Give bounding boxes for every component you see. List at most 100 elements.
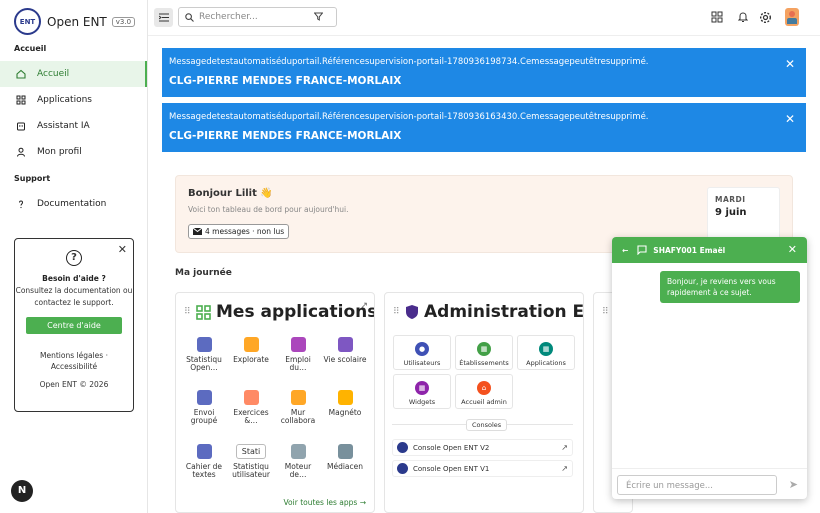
admin-button-label: Widgets (408, 398, 436, 406)
external-link-icon: ↗ (561, 464, 568, 473)
mail-icon (193, 228, 202, 235)
app-icon (290, 444, 306, 459)
brand[interactable]: ENT Open ENT v3.0 (14, 8, 136, 35)
legal-link[interactable]: Mentions légales · (15, 351, 133, 360)
chat-message: Bonjour, je reviens vers vous rapidement… (660, 271, 800, 303)
topbar: Rechercher... (148, 0, 820, 36)
admin-button-label: Accueil admin (461, 398, 507, 406)
bell-icon[interactable] (738, 11, 748, 23)
see-all-apps-link[interactable]: Voir toutes les apps → (284, 498, 367, 507)
admin-card-title: Administration ENT (405, 302, 584, 322)
home-icon: ⌂ (477, 381, 491, 395)
console-link[interactable]: Console Open ENT V2 ↗ (392, 439, 573, 456)
help-title: Besoin d'aide ? (42, 274, 106, 283)
app-tile[interactable]: Moteur de… (276, 444, 320, 479)
admin-users-button[interactable]: ● Utilisateurs (393, 335, 451, 370)
app-tile[interactable]: Exercices &… (229, 390, 273, 425)
banner-message: Messagedetestautomatiséduportail.Référen… (169, 57, 649, 67)
question-icon: ? (66, 250, 82, 266)
app-tile[interactable]: Vie scolaire (323, 337, 367, 364)
sidebar: ENT Open ENT v3.0 Accueil Accueil Applic… (0, 0, 148, 513)
info-banner: Messagedetestautomatiséduportail.Référen… (162, 103, 806, 152)
accessibility-link[interactable]: Accessibilité (15, 362, 133, 371)
widgets-icon: ▦ (415, 381, 429, 395)
search-input[interactable]: Rechercher... (199, 12, 258, 22)
unread-messages-pill[interactable]: 4 messages · non lus (188, 224, 290, 239)
app-icon (196, 444, 212, 459)
filter-icon[interactable] (314, 12, 323, 21)
app-tile[interactable]: Médiacen (323, 444, 367, 471)
close-icon[interactable]: ✕ (785, 112, 795, 126)
app-label: Explorate (233, 355, 269, 364)
app-tile[interactable]: Stati Statistiqu utilisateur (229, 444, 273, 479)
section-heading-support: Support (14, 174, 51, 183)
shield-icon (406, 305, 418, 319)
console-link[interactable]: Console Open ENT V1 ↗ (392, 460, 573, 477)
sidebar-item-accueil[interactable]: Accueil (0, 61, 147, 87)
app-icon (337, 337, 353, 352)
apps-card-title: Mes applications (196, 302, 374, 322)
drag-handle-icon[interactable]: ⠿ (184, 307, 191, 317)
drag-handle-icon[interactable]: ⠿ (602, 307, 609, 317)
close-icon[interactable]: ✕ (785, 57, 795, 71)
search-bar[interactable]: Rechercher... (178, 7, 337, 27)
help-circle-icon (19, 200, 24, 209)
app-tile[interactable]: Mur collabora (276, 390, 320, 425)
external-link-icon[interactable]: ↗ (360, 301, 368, 311)
chat-window: ← SHAFY001 Emaël ✕ Bonjour, je reviens v… (612, 237, 807, 499)
external-link-icon: ↗ (561, 443, 568, 452)
admin-button-label: Établissements (459, 359, 509, 367)
drag-handle-icon[interactable]: ⠿ (393, 307, 400, 317)
admin-home-button[interactable]: ⌂ Accueil admin (455, 374, 513, 409)
close-icon[interactable]: ✕ (118, 243, 127, 256)
admin-widgets-button[interactable]: ▦ Widgets (393, 374, 451, 409)
app-tile[interactable]: Statistiqu Open… (182, 337, 226, 372)
sidebar-item-label: Documentation (37, 199, 107, 209)
admin-button-label: Utilisateurs (403, 359, 441, 367)
admin-button-label: Applications (526, 359, 566, 367)
greeting: Bonjour Lilit 👋 (188, 188, 273, 199)
app-tile[interactable]: Magnéto (323, 390, 367, 417)
send-icon[interactable]: ➤ (789, 478, 798, 491)
apps-grid-icon[interactable] (711, 11, 723, 23)
user-avatar[interactable]: N (11, 480, 33, 502)
app-label: Médiacen (326, 462, 364, 471)
chat-bubble-icon (637, 245, 647, 255)
help-center-button[interactable]: Centre d'aide (26, 317, 122, 334)
chat-input[interactable]: Écrire un message... (617, 475, 777, 495)
card-title-label: Administration ENT (424, 302, 584, 322)
app-tile[interactable]: Emploi du… (276, 337, 320, 372)
app-tile[interactable]: Explorate (229, 337, 273, 364)
app-label: Cahier de textes (185, 462, 223, 479)
logo: ENT (14, 8, 41, 35)
admin-schools-button[interactable]: ▦ Établissements (455, 335, 513, 370)
banner-school: CLG-PIERRE MENDES FRANCE-MORLAIX (169, 75, 402, 87)
sidebar-item-assistant-ia[interactable]: Assistant IA (0, 113, 147, 139)
app-label: Statistiqu Open… (186, 355, 222, 372)
admin-applications-button[interactable]: ▦ Applications (517, 335, 575, 370)
info-banner: Messagedetestautomatiséduportail.Référen… (162, 48, 806, 97)
app-tile[interactable]: Cahier de textes (182, 444, 226, 479)
console-label: Console Open ENT V2 (413, 443, 490, 452)
app-tile[interactable]: Envoi groupé (182, 390, 226, 425)
app-label: Emploi du… (285, 355, 311, 372)
sidebar-toggle-button[interactable] (154, 8, 173, 27)
gear-icon[interactable] (759, 11, 772, 24)
chat-title: SHAFY001 Emaël (653, 245, 726, 255)
avatar-head (789, 11, 795, 17)
app-icon (290, 390, 306, 405)
avatar-body (787, 18, 797, 24)
divider (612, 468, 807, 469)
sidebar-item-applications[interactable]: Applications (0, 87, 147, 113)
app-label: Envoi groupé (190, 408, 218, 425)
app-icon (290, 337, 306, 352)
profile-avatar[interactable] (785, 8, 799, 26)
sidebar-item-mon-profil[interactable]: Mon profil (0, 139, 147, 165)
close-icon[interactable]: ✕ (788, 243, 797, 256)
banner-school: CLG-PIERRE MENDES FRANCE-MORLAIX (169, 130, 402, 142)
app-label: Exercices &… (233, 408, 269, 425)
brand-name: Open ENT (47, 14, 107, 29)
app-icon (337, 444, 353, 459)
back-arrow-icon[interactable]: ← (622, 246, 628, 255)
sidebar-item-documentation[interactable]: Documentation (0, 191, 147, 217)
